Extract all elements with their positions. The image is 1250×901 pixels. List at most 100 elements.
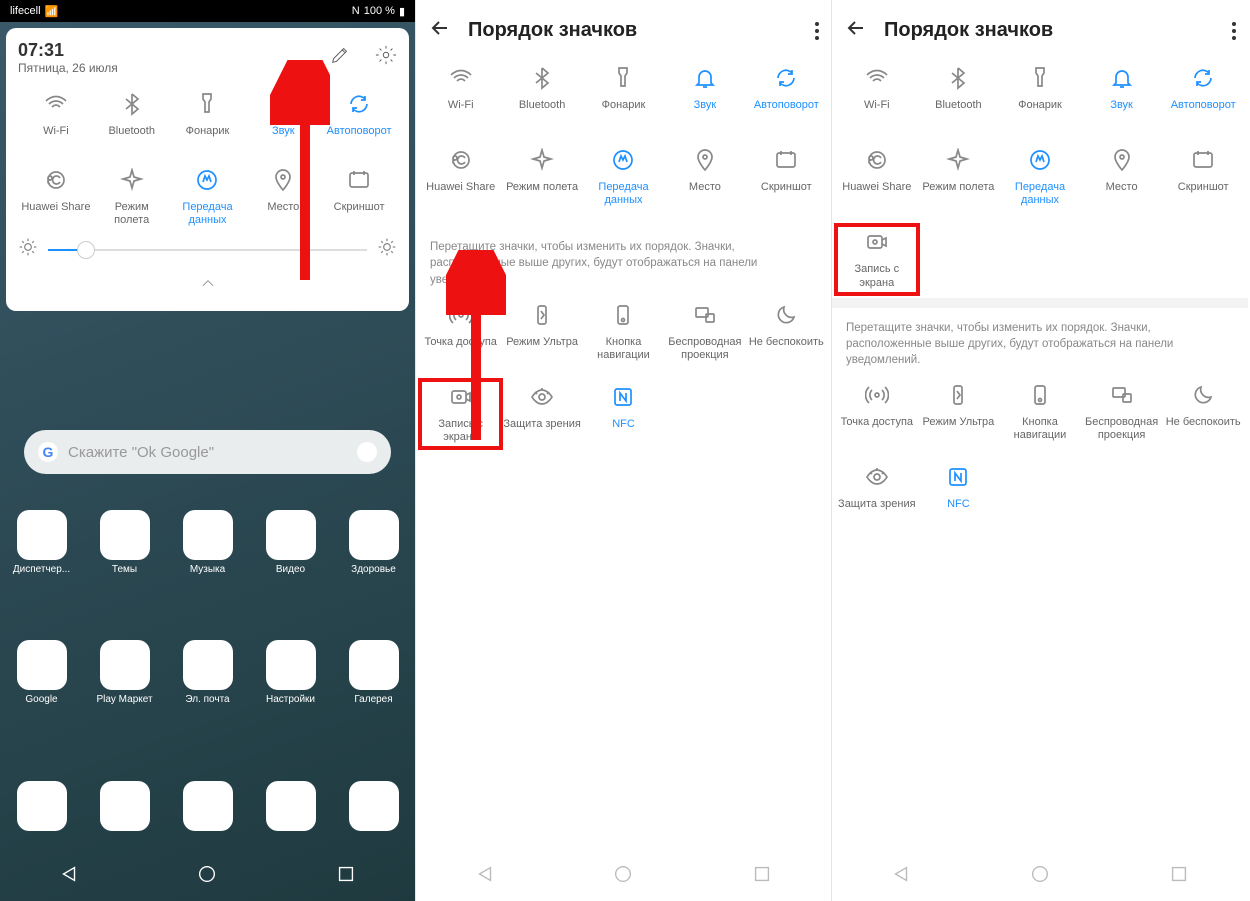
toggle-rotate[interactable]: Автоповорот (1162, 61, 1244, 129)
nav-home[interactable] (1029, 863, 1051, 890)
google-search-bar[interactable]: G Скажите "Ok Google" (24, 430, 391, 474)
edit-icon[interactable] (329, 44, 351, 71)
back-button[interactable] (428, 16, 452, 45)
toggle-plane[interactable]: Режим полета (918, 143, 1000, 211)
menu-dots[interactable] (815, 22, 819, 40)
toggle-bt[interactable]: Bluetooth (94, 87, 170, 155)
app-camera[interactable] (346, 781, 402, 831)
toggle-label: Место (689, 181, 721, 207)
phone-1: lifecell📶 N100 %▮ 07:31 Пятница, 26 июля… (0, 0, 416, 901)
app-google[interactable]: Google (14, 640, 70, 705)
nav-back[interactable] (58, 863, 80, 890)
toggle-pin[interactable]: Место (1081, 143, 1163, 211)
app-настройки[interactable]: Настройки (263, 640, 319, 705)
toggle-bt[interactable]: Bluetooth (918, 61, 1000, 129)
toggle-label: Режим полета (506, 181, 578, 207)
annotation-arrow (270, 60, 330, 290)
toggle-rotate[interactable]: Автоповорот (321, 87, 397, 155)
app-icon (349, 640, 399, 690)
nfc-icon (945, 464, 971, 490)
toggle-shot[interactable]: Скриншот (746, 143, 827, 211)
bell-icon (1109, 65, 1135, 91)
toggle-navdot[interactable]: Кнопканавигации (583, 298, 664, 366)
toggle-torch[interactable]: Фонарик (583, 61, 664, 129)
toggle-navdot[interactable]: Кнопканавигации (999, 378, 1081, 446)
toggle-cast[interactable]: Беспроводнаяпроекция (664, 298, 745, 366)
toggle-dnd[interactable]: Не беспокоить (1162, 378, 1244, 446)
annotation-arrow (446, 250, 506, 450)
toggle-cast[interactable]: Беспроводнаяпроекция (1081, 378, 1163, 446)
toggle-data[interactable]: Передачаданных (999, 143, 1081, 211)
toggle-shot[interactable]: Скриншот (321, 163, 397, 231)
toggle-nfc[interactable]: NFC (583, 380, 664, 448)
toggle-shot[interactable]: Скриншот (1162, 143, 1244, 211)
nav-recent[interactable] (335, 863, 357, 890)
toggle-wifi[interactable]: Wi-Fi (836, 61, 918, 129)
shot-icon (1190, 147, 1216, 173)
bt-icon (529, 65, 555, 91)
toggle-label: Bluetooth (935, 99, 981, 125)
toggle-share[interactable]: Huawei Share (836, 143, 918, 211)
toggle-rotate[interactable]: Автоповорот (746, 61, 827, 129)
app-диспетчер-[interactable]: Диспетчер... (14, 510, 70, 575)
app-label: Видео (256, 564, 326, 575)
toggle-data[interactable]: Передачаданных (170, 163, 246, 231)
app-icon (17, 640, 67, 690)
toggle-data[interactable]: Передачаданных (583, 143, 664, 211)
mic-icon[interactable] (357, 442, 377, 462)
toggle-ultra[interactable]: Режим Ультра (918, 378, 1000, 446)
toggle-label: Автоповорот (327, 125, 392, 151)
nav-recent[interactable] (751, 863, 773, 890)
torch-icon (194, 91, 220, 117)
toggle-eye[interactable]: Защита зрения (836, 460, 918, 528)
toggle-bell[interactable]: Звук (664, 61, 745, 129)
wifi-icon (43, 91, 69, 117)
toggle-bt[interactable]: Bluetooth (501, 61, 582, 129)
app-phone[interactable] (14, 781, 70, 831)
app-play-маркет[interactable]: Play Маркет (97, 640, 153, 705)
bt-icon (945, 65, 971, 91)
app-icon (100, 510, 150, 560)
toggle-eye[interactable]: Защита зрения (501, 380, 582, 448)
app-музыка[interactable]: Музыка (180, 510, 236, 575)
toggle-ultra[interactable]: Режим Ультра (501, 298, 582, 366)
app-contacts[interactable] (97, 781, 153, 831)
toggle-rec[interactable]: Запись сэкрана (836, 225, 918, 293)
menu-dots[interactable] (1232, 22, 1236, 40)
toggle-hotspot[interactable]: Точка доступа (836, 378, 918, 446)
dock-row (0, 781, 415, 831)
nav-back[interactable] (474, 863, 496, 890)
expand-chevron[interactable] (18, 274, 397, 299)
toggle-torch[interactable]: Фонарик (170, 87, 246, 155)
toggle-share[interactable]: Huawei Share (18, 163, 94, 231)
nav-home[interactable] (612, 863, 634, 890)
toggle-label: Фонарик (1018, 99, 1062, 125)
toggle-wifi[interactable]: Wi-Fi (18, 87, 94, 155)
app-здоровье[interactable]: Здоровье (346, 510, 402, 575)
toggle-wifi[interactable]: Wi-Fi (420, 61, 501, 129)
app-icon (183, 510, 233, 560)
nav-home[interactable] (196, 863, 218, 890)
nav-back[interactable] (890, 863, 912, 890)
bt-icon (119, 91, 145, 117)
app-messages[interactable] (180, 781, 236, 831)
toggle-plane[interactable]: Режим полета (501, 143, 582, 211)
toggle-label: Фонарик (186, 125, 230, 151)
app-темы[interactable]: Темы (97, 510, 153, 575)
toggle-share[interactable]: Huawei Share (420, 143, 501, 211)
nav-recent[interactable] (1168, 863, 1190, 890)
toggle-plane[interactable]: Режимполета (94, 163, 170, 231)
app-галерея[interactable]: Галерея (346, 640, 402, 705)
toggle-dnd[interactable]: Не беспокоить (746, 298, 827, 366)
data-icon (610, 147, 636, 173)
toggle-bell[interactable]: Звук (1081, 61, 1163, 129)
back-button[interactable] (844, 16, 868, 45)
app-chrome[interactable] (263, 781, 319, 831)
app-видео[interactable]: Видео (263, 510, 319, 575)
app-эл-почта[interactable]: Эл. почта (180, 640, 236, 705)
app-label: Галерея (339, 694, 409, 705)
toggle-nfc[interactable]: NFC (918, 460, 1000, 528)
toggle-pin[interactable]: Место (664, 143, 745, 211)
settings-icon[interactable] (375, 44, 397, 71)
toggle-torch[interactable]: Фонарик (999, 61, 1081, 129)
